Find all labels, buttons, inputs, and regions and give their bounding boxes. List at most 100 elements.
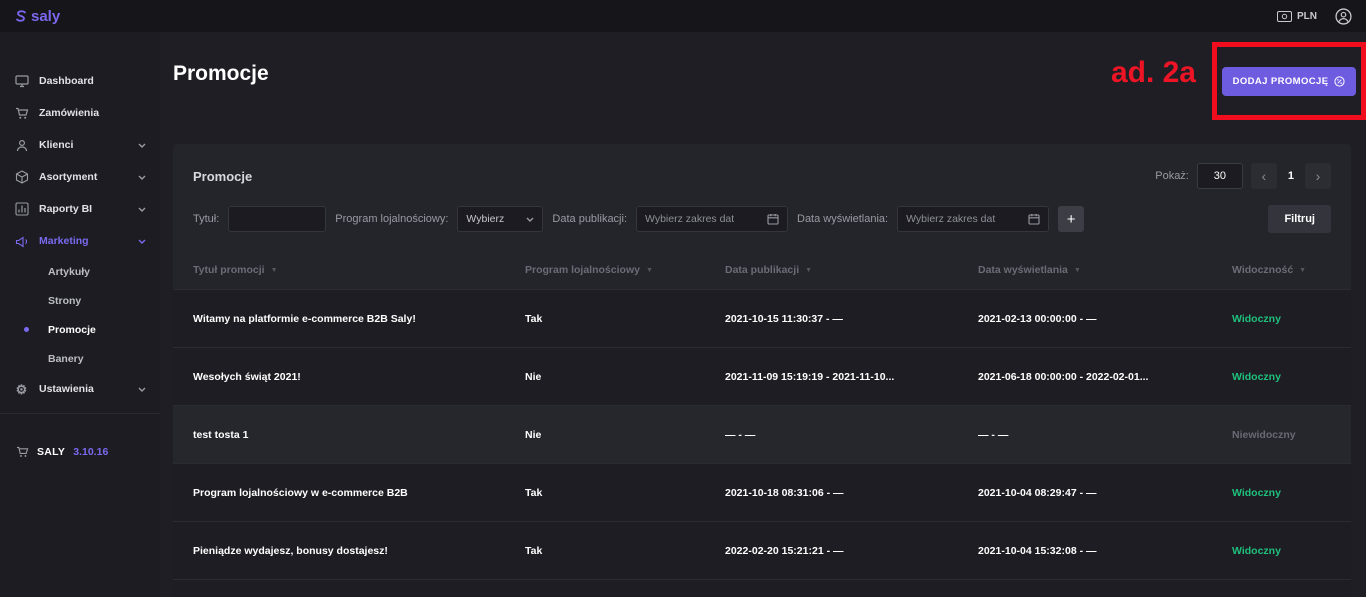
promotion-title: Pieniądze wydajesz, bonusy dostajesz! [193, 545, 525, 557]
sort-icon: ▼ [271, 267, 278, 274]
box-icon [14, 170, 29, 184]
sidebar-subitem-promocje[interactable]: Promocje [0, 315, 160, 344]
megaphone-icon [14, 235, 29, 248]
page-size-input[interactable] [1197, 163, 1243, 189]
sort-icon: ▼ [805, 267, 812, 274]
sidebar-item-label: Dashboard [39, 75, 94, 87]
sidebar-subitem-label: Promocje [48, 324, 96, 336]
visibility-status: Niewidoczny [1232, 429, 1331, 441]
table-row[interactable]: Pieniądze wydajesz, bonusy dostajesz! Ta… [173, 521, 1351, 579]
sidebar-footer: SALY 3.10.16 [0, 446, 160, 458]
currency-label: PLN [1297, 11, 1317, 22]
column-header-program[interactable]: Program lojalnościowy ▼ [525, 264, 725, 276]
promotion-title: Wesołych świąt 2021! [193, 371, 525, 383]
prev-page-button[interactable]: ‹ [1251, 163, 1277, 189]
percent-badge-icon [1334, 76, 1345, 87]
column-header-visibility[interactable]: Widoczność ▼ [1232, 264, 1331, 276]
display-date: 2021-10-04 15:32:08 - — [978, 545, 1232, 557]
currency-selector[interactable]: PLN [1277, 11, 1317, 22]
sidebar-subitem-banery[interactable]: Banery [0, 344, 160, 373]
sidebar-item-label: Marketing [39, 235, 89, 247]
chart-icon [14, 202, 29, 216]
display-date: 2021-06-18 00:00:00 - 2022-02-01... [978, 371, 1232, 383]
annotation-ad-2a: ad. 2a [1111, 56, 1196, 90]
sidebar-item-ustawienia[interactable]: ⚙ Ustawienia [0, 373, 160, 405]
table-row[interactable]: Witamy na platformie e-commerce B2B Saly… [173, 289, 1351, 347]
account-menu[interactable] [1335, 8, 1352, 25]
visibility-status: Widoczny [1232, 487, 1331, 499]
topbar: saly PLN [0, 0, 1366, 32]
column-header-published[interactable]: Data publikacji ▼ [725, 264, 978, 276]
display-date-range-input[interactable]: Wybierz zakres dat [897, 206, 1049, 232]
show-label: Pokaż: [1155, 170, 1189, 182]
loyalty-program: Tak [525, 487, 725, 499]
card-title: Promocje [193, 169, 252, 184]
display-date: 2021-10-04 08:29:47 - — [978, 487, 1232, 499]
sort-icon: ▼ [1074, 267, 1081, 274]
sidebar-item-zamowienia[interactable]: Zamówienia [0, 97, 160, 129]
orders-cart-icon [14, 107, 29, 120]
sidebar-subitem-artykuly[interactable]: Artykuły [0, 257, 160, 286]
sidebar-item-raporty-bi[interactable]: Raporty BI [0, 193, 160, 225]
app-brand: SALY [37, 446, 65, 458]
column-header-displayed[interactable]: Data wyświetlania ▼ [978, 264, 1232, 276]
program-filter-label: Program lojalnościowy: [335, 213, 448, 225]
add-filter-button[interactable]: + [1058, 206, 1084, 232]
cart-icon [16, 446, 29, 458]
sort-icon: ▼ [1299, 267, 1306, 274]
loyalty-program: Tak [525, 545, 725, 557]
publish-date: — - — [725, 429, 978, 441]
table-row[interactable]: Program lojalnościowy w e-commerce B2B T… [173, 463, 1351, 521]
dashboard-icon [14, 74, 29, 88]
sidebar-subitem-label: Banery [48, 353, 84, 365]
table-row[interactable]: Wesołych świąt 2021! Nie 2021-11-09 15:1… [173, 347, 1351, 405]
publish-date: 2021-10-18 08:31:06 - — [725, 487, 978, 499]
filter-submit-button[interactable]: Filtruj [1268, 205, 1331, 233]
sidebar-item-label: Klienci [39, 139, 73, 151]
promotion-title: Witamy na platformie e-commerce B2B Saly… [193, 313, 525, 325]
chevron-down-icon [526, 217, 534, 222]
sidebar-subitem-strony[interactable]: Strony [0, 286, 160, 315]
program-filter-value: Wybierz [466, 213, 504, 225]
sidebar-divider [0, 413, 160, 414]
logo[interactable]: saly [14, 8, 60, 25]
chevron-down-icon [138, 387, 146, 392]
loyalty-program: Nie [525, 429, 725, 441]
sidebar-item-dashboard[interactable]: Dashboard [0, 65, 160, 97]
sidebar-item-label: Ustawienia [39, 383, 94, 395]
column-header-title[interactable]: Tytuł promocji ▼ [193, 264, 525, 276]
sidebar-item-klienci[interactable]: Klienci [0, 129, 160, 161]
page-title: Promocje [173, 62, 269, 86]
visibility-status: Widoczny [1232, 545, 1331, 557]
main-content: Promocje ad. 2a DODAJ PROMOCJĘ Promocje … [160, 32, 1366, 597]
app-version: 3.10.16 [73, 446, 108, 458]
sidebar-item-marketing[interactable]: Marketing [0, 225, 160, 257]
program-filter-select[interactable]: Wybierz [457, 206, 543, 232]
loyalty-program: Nie [525, 371, 725, 383]
title-filter-input[interactable] [228, 206, 326, 232]
calendar-icon [767, 213, 779, 225]
logo-text: saly [31, 8, 60, 25]
add-promotion-button[interactable]: DODAJ PROMOCJĘ [1222, 67, 1357, 96]
table-end-divider [173, 579, 1351, 597]
title-filter-label: Tytuł: [193, 213, 219, 225]
filter-bar: Tytuł: Program lojalnościowy: Wybierz Da… [173, 203, 1351, 251]
promotion-title: Program lojalnościowy w e-commerce B2B [193, 487, 525, 499]
banknote-icon [1277, 11, 1292, 22]
sort-icon: ▼ [646, 267, 653, 274]
calendar-icon [1028, 213, 1040, 225]
annotation-highlight-box: DODAJ PROMOCJĘ [1212, 42, 1366, 120]
next-page-button[interactable]: › [1305, 163, 1331, 189]
loyalty-program: Tak [525, 313, 725, 325]
publish-date-range-input[interactable]: Wybierz zakres dat [636, 206, 788, 232]
sidebar-item-label: Zamówienia [39, 107, 99, 119]
table-row[interactable]: test tosta 1 Nie — - — — - — Niewidoczny [173, 405, 1351, 463]
gear-icon: ⚙ [14, 383, 29, 396]
sidebar-subitem-label: Strony [48, 295, 81, 307]
sidebar-subitem-label: Artykuły [48, 266, 90, 278]
publish-date-placeholder: Wybierz zakres dat [645, 213, 734, 225]
sidebar-item-asortyment[interactable]: Asortyment [0, 161, 160, 193]
logo-icon [14, 9, 28, 23]
user-avatar-icon [1335, 8, 1352, 25]
sidebar: Dashboard Zamówienia Klienci Asortyment [0, 32, 160, 597]
